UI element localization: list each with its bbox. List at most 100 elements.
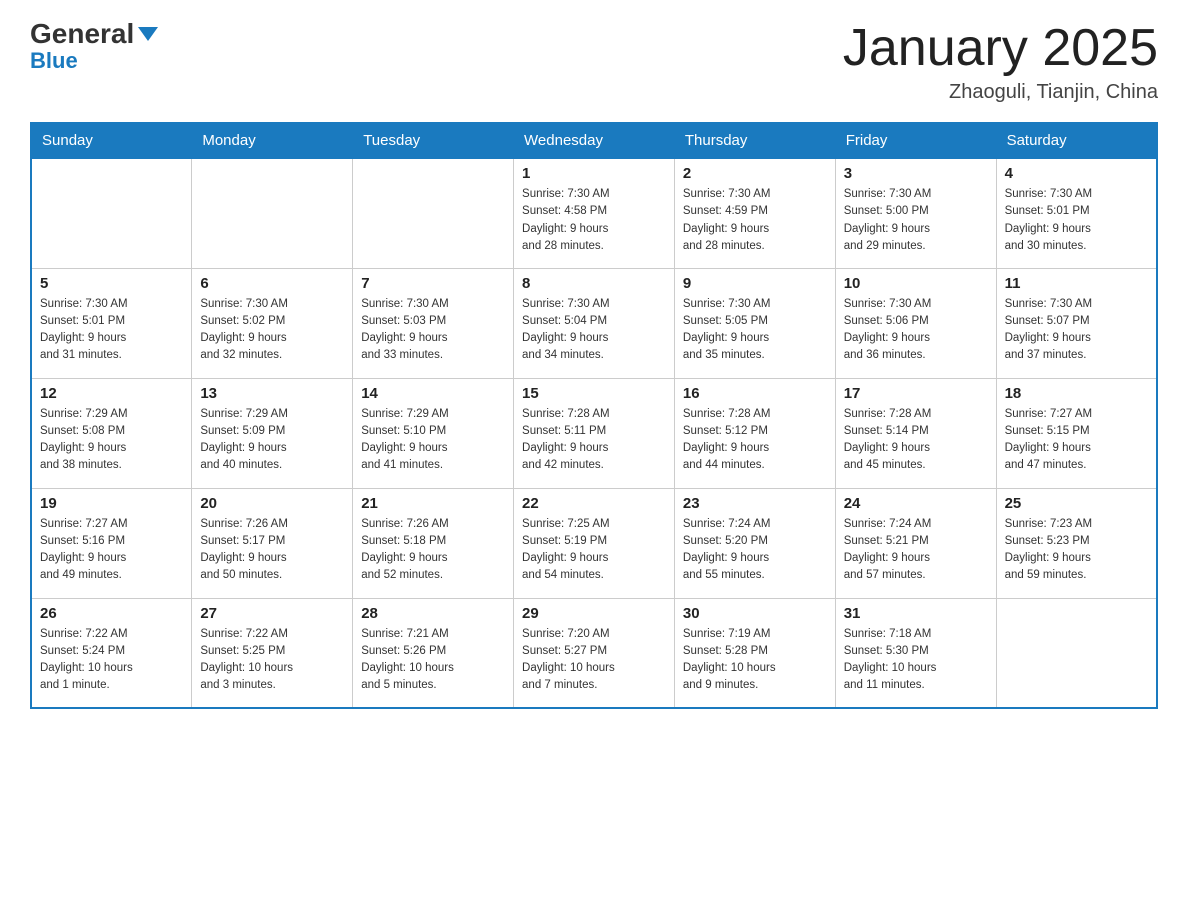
calendar-cell: 13Sunrise: 7:29 AMSunset: 5:09 PMDayligh…: [192, 378, 353, 488]
calendar-cell: 27 Sunrise: 7:22 AMSunset: 5:25 PMDayligh…: [192, 598, 353, 708]
calendar-cell: 6Sunrise: 7:30 AMSunset: 5:02 PMDaylight…: [192, 268, 353, 378]
calendar-cell: 30 Sunrise: 7:19 AMSunset: 5:28 PMDayligh…: [674, 598, 835, 708]
week-row-4: 19Sunrise: 7:27 AMSunset: 5:16 PMDayligh…: [31, 488, 1157, 598]
day-info: Sunrise: 7:30 AMSunset: 4:58 PMDaylight:…: [522, 186, 666, 255]
day-info: Sunrise: 7:29 AMSunset: 5:09 PMDaylight:…: [200, 406, 344, 475]
day-number: 28: [361, 605, 505, 622]
calendar-cell: [353, 158, 514, 268]
calendar-cell: 1 Sunrise: 7:30 AMSunset: 4:58 PMDaylight…: [514, 158, 675, 268]
day-info: Sunrise: 7:30 AMSunset: 5:00 PMDaylight:…: [844, 186, 988, 255]
day-info: Sunrise: 7:26 AMSunset: 5:17 PMDaylight:…: [200, 516, 344, 585]
day-info: Sunrise: 7:29 AMSunset: 5:08 PMDaylight:…: [40, 406, 183, 475]
calendar-body: 1 Sunrise: 7:30 AMSunset: 4:58 PMDaylight…: [31, 158, 1157, 708]
day-number: 19: [40, 495, 183, 512]
day-info: Sunrise: 7:25 AMSunset: 5:19 PMDaylight:…: [522, 516, 666, 585]
calendar-cell: 22 Sunrise: 7:25 AMSunset: 5:19 PMDayligh…: [514, 488, 675, 598]
day-number: 5: [40, 275, 183, 292]
day-number: 7: [361, 275, 505, 292]
day-number: 9: [683, 275, 827, 292]
day-number: 15: [522, 385, 666, 402]
day-number: 20: [200, 495, 344, 512]
day-info: Sunrise: 7:28 AMSunset: 5:14 PMDaylight:…: [844, 406, 988, 475]
logo-general: General: [30, 20, 158, 48]
day-info: Sunrise: 7:23 AMSunset: 5:23 PMDaylight:…: [1005, 516, 1148, 585]
header-row: SundayMondayTuesdayWednesdayThursdayFrid…: [31, 123, 1157, 158]
calendar-cell: 14Sunrise: 7:29 AMSunset: 5:10 PMDayligh…: [353, 378, 514, 488]
calendar-cell: 11 Sunrise: 7:30 AMSunset: 5:07 PMDayligh…: [996, 268, 1157, 378]
calendar-cell: 8 Sunrise: 7:30 AMSunset: 5:04 PMDaylight…: [514, 268, 675, 378]
day-info: Sunrise: 7:30 AMSunset: 5:01 PMDaylight:…: [40, 296, 183, 365]
day-number: 4: [1005, 165, 1148, 182]
calendar-cell: 24Sunrise: 7:24 AMSunset: 5:21 PMDayligh…: [835, 488, 996, 598]
calendar-cell: 31 Sunrise: 7:18 AMSunset: 5:30 PMDayligh…: [835, 598, 996, 708]
column-header-wednesday: Wednesday: [514, 123, 675, 158]
title-area: January 2025 Zhaoguli, Tianjin, China: [843, 20, 1158, 104]
day-info: Sunrise: 7:30 AMSunset: 5:06 PMDaylight:…: [844, 296, 988, 365]
location: Zhaoguli, Tianjin, China: [843, 81, 1158, 104]
day-number: 24: [844, 495, 988, 512]
calendar-cell: [996, 598, 1157, 708]
day-info: Sunrise: 7:30 AMSunset: 5:03 PMDaylight:…: [361, 296, 505, 365]
day-info: Sunrise: 7:30 AMSunset: 5:01 PMDaylight:…: [1005, 186, 1148, 255]
day-info: Sunrise: 7:18 AMSunset: 5:30 PMDaylight:…: [844, 626, 988, 695]
week-row-1: 1 Sunrise: 7:30 AMSunset: 4:58 PMDaylight…: [31, 158, 1157, 268]
calendar-cell: 17 Sunrise: 7:28 AMSunset: 5:14 PMDayligh…: [835, 378, 996, 488]
week-row-5: 26Sunrise: 7:22 AMSunset: 5:24 PMDayligh…: [31, 598, 1157, 708]
logo-general-text: General: [30, 18, 134, 49]
day-number: 11: [1005, 275, 1148, 292]
calendar-cell: 29Sunrise: 7:20 AMSunset: 5:27 PMDayligh…: [514, 598, 675, 708]
day-info: Sunrise: 7:21 AMSunset: 5:26 PMDaylight:…: [361, 626, 505, 695]
calendar-cell: 5 Sunrise: 7:30 AMSunset: 5:01 PMDaylight…: [31, 268, 192, 378]
page-header: General Blue January 2025 Zhaoguli, Tian…: [30, 20, 1158, 104]
calendar-cell: 19Sunrise: 7:27 AMSunset: 5:16 PMDayligh…: [31, 488, 192, 598]
column-header-monday: Monday: [192, 123, 353, 158]
day-info: Sunrise: 7:26 AMSunset: 5:18 PMDaylight:…: [361, 516, 505, 585]
day-info: Sunrise: 7:22 AMSunset: 5:24 PMDaylight:…: [40, 626, 183, 695]
month-title: January 2025: [843, 20, 1158, 77]
calendar-cell: 20 Sunrise: 7:26 AMSunset: 5:17 PMDayligh…: [192, 488, 353, 598]
day-info: Sunrise: 7:30 AMSunset: 5:07 PMDaylight:…: [1005, 296, 1148, 365]
calendar-cell: 26Sunrise: 7:22 AMSunset: 5:24 PMDayligh…: [31, 598, 192, 708]
calendar-cell: 9 Sunrise: 7:30 AMSunset: 5:05 PMDaylight…: [674, 268, 835, 378]
day-number: 25: [1005, 495, 1148, 512]
column-header-saturday: Saturday: [996, 123, 1157, 158]
calendar-cell: 21 Sunrise: 7:26 AMSunset: 5:18 PMDayligh…: [353, 488, 514, 598]
day-info: Sunrise: 7:28 AMSunset: 5:12 PMDaylight:…: [683, 406, 827, 475]
calendar-cell: 3 Sunrise: 7:30 AMSunset: 5:00 PMDaylight…: [835, 158, 996, 268]
day-info: Sunrise: 7:30 AMSunset: 5:05 PMDaylight:…: [683, 296, 827, 365]
day-info: Sunrise: 7:28 AMSunset: 5:11 PMDaylight:…: [522, 406, 666, 475]
day-number: 29: [522, 605, 666, 622]
day-info: Sunrise: 7:19 AMSunset: 5:28 PMDaylight:…: [683, 626, 827, 695]
day-number: 27: [200, 605, 344, 622]
day-info: Sunrise: 7:27 AMSunset: 5:15 PMDaylight:…: [1005, 406, 1148, 475]
day-info: Sunrise: 7:22 AMSunset: 5:25 PMDaylight:…: [200, 626, 344, 695]
calendar-cell: 25 Sunrise: 7:23 AMSunset: 5:23 PMDayligh…: [996, 488, 1157, 598]
day-number: 17: [844, 385, 988, 402]
calendar-cell: 23Sunrise: 7:24 AMSunset: 5:20 PMDayligh…: [674, 488, 835, 598]
day-number: 8: [522, 275, 666, 292]
day-number: 14: [361, 385, 505, 402]
calendar-cell: [192, 158, 353, 268]
calendar-cell: 12Sunrise: 7:29 AMSunset: 5:08 PMDayligh…: [31, 378, 192, 488]
logo-arrow-icon: [138, 27, 158, 41]
day-number: 22: [522, 495, 666, 512]
day-number: 18: [1005, 385, 1148, 402]
calendar-cell: 4 Sunrise: 7:30 AMSunset: 5:01 PMDaylight…: [996, 158, 1157, 268]
day-info: Sunrise: 7:30 AMSunset: 5:04 PMDaylight:…: [522, 296, 666, 365]
day-number: 2: [683, 165, 827, 182]
day-number: 31: [844, 605, 988, 622]
calendar-header: SundayMondayTuesdayWednesdayThursdayFrid…: [31, 123, 1157, 158]
column-header-friday: Friday: [835, 123, 996, 158]
calendar-cell: [31, 158, 192, 268]
calendar-cell: 2Sunrise: 7:30 AMSunset: 4:59 PMDaylight…: [674, 158, 835, 268]
day-number: 30: [683, 605, 827, 622]
logo-blue-text: Blue: [30, 50, 78, 72]
day-number: 3: [844, 165, 988, 182]
calendar-cell: 18 Sunrise: 7:27 AMSunset: 5:15 PMDayligh…: [996, 378, 1157, 488]
day-number: 1: [522, 165, 666, 182]
day-number: 6: [200, 275, 344, 292]
column-header-sunday: Sunday: [31, 123, 192, 158]
calendar-cell: 7 Sunrise: 7:30 AMSunset: 5:03 PMDaylight…: [353, 268, 514, 378]
day-number: 21: [361, 495, 505, 512]
day-number: 10: [844, 275, 988, 292]
